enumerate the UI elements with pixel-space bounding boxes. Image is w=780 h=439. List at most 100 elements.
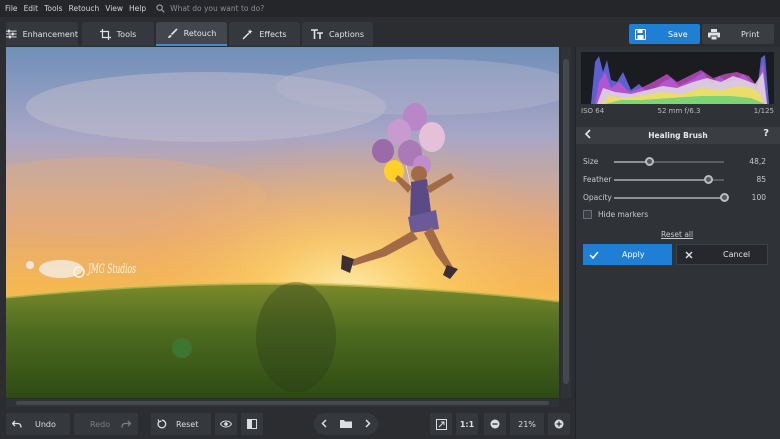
save-button[interactable]: Save bbox=[629, 24, 700, 44]
feather-slider-row: Feather 85 bbox=[583, 174, 773, 186]
menu-view[interactable]: View bbox=[105, 4, 123, 13]
photo-canvas[interactable]: JMG Studios bbox=[6, 47, 559, 398]
menu-edit[interactable]: Edit bbox=[24, 4, 39, 13]
scroll-thumb[interactable] bbox=[563, 59, 569, 384]
compare-icon bbox=[247, 419, 257, 429]
histogram-graph bbox=[591, 55, 769, 104]
opacity-slider-row: Opacity 100 bbox=[583, 192, 773, 204]
exif-iso: ISO 64 bbox=[581, 107, 605, 115]
apply-button[interactable]: Apply bbox=[583, 244, 672, 265]
canvas-horizontal-scrollbar[interactable] bbox=[6, 399, 559, 407]
size-value[interactable]: 48,2 bbox=[749, 157, 766, 166]
tab-effects[interactable]: Effects bbox=[229, 22, 300, 46]
magic-wand-icon bbox=[242, 28, 253, 40]
reset-all-link[interactable]: Reset all bbox=[661, 230, 693, 239]
help-button[interactable]: ? bbox=[763, 128, 769, 139]
printer-icon bbox=[708, 28, 720, 40]
slider-fill bbox=[614, 179, 708, 181]
chevron-left-icon bbox=[584, 129, 591, 139]
slider-handle[interactable] bbox=[720, 193, 729, 202]
opacity-slider[interactable] bbox=[614, 193, 729, 202]
bottom-bar: Undo Redo Reset 1:1 21% bbox=[0, 410, 575, 439]
undo-icon bbox=[12, 420, 22, 428]
size-slider-row: Size 48,2 bbox=[583, 156, 773, 168]
command-search[interactable]: What do you want to do? bbox=[156, 4, 264, 13]
canvas-vertical-scrollbar[interactable] bbox=[561, 47, 571, 398]
exif-shutter: 1/125 bbox=[753, 107, 774, 115]
zoom-out-icon bbox=[490, 419, 500, 429]
hide-markers-checkbox[interactable]: Hide markers bbox=[583, 210, 648, 219]
opacity-label: Opacity bbox=[583, 193, 612, 202]
slider-fill bbox=[614, 161, 650, 163]
histogram bbox=[581, 52, 774, 104]
slider-handle[interactable] bbox=[703, 175, 713, 184]
previous-image-button[interactable] bbox=[321, 418, 327, 430]
right-panel: ISO 64 52 mm f/6.3 1/125 Healing Brush ?… bbox=[575, 47, 780, 439]
folder-icon bbox=[339, 419, 352, 428]
feather-slider[interactable] bbox=[614, 175, 724, 184]
redo-label: Redo bbox=[90, 419, 111, 429]
slider-handle[interactable] bbox=[645, 157, 655, 166]
search-icon bbox=[156, 4, 165, 13]
scroll-thumb[interactable] bbox=[16, 401, 549, 405]
menu-help[interactable]: Help bbox=[129, 4, 146, 13]
tab-label: Tools bbox=[116, 29, 137, 39]
text-icon bbox=[310, 29, 323, 39]
sliders-icon bbox=[6, 29, 17, 39]
brush-icon bbox=[167, 27, 178, 38]
image-navigation bbox=[314, 413, 378, 435]
open-folder-button[interactable] bbox=[339, 419, 352, 430]
size-slider[interactable] bbox=[614, 157, 724, 166]
chevron-right-icon bbox=[365, 418, 371, 428]
search-placeholder: What do you want to do? bbox=[170, 4, 265, 13]
redo-button[interactable]: Redo bbox=[74, 413, 138, 435]
checkbox-box[interactable] bbox=[583, 210, 592, 219]
cancel-button[interactable]: Cancel bbox=[676, 244, 768, 265]
menu-bar: File Edit Tools Retouch View Help What d… bbox=[0, 0, 780, 17]
zoom-in-icon bbox=[554, 419, 564, 429]
panel-title: Healing Brush bbox=[648, 131, 708, 140]
next-image-button[interactable] bbox=[365, 418, 371, 430]
exif-lens: 52 mm f/6.3 bbox=[657, 107, 701, 115]
tab-label: Captions bbox=[328, 29, 365, 39]
feather-value[interactable]: 85 bbox=[756, 175, 766, 184]
size-label: Size bbox=[583, 157, 599, 166]
zoom-out-button[interactable] bbox=[484, 413, 506, 435]
fit-to-screen-button[interactable] bbox=[430, 413, 452, 435]
hide-markers-label: Hide markers bbox=[598, 210, 649, 219]
feather-label: Feather bbox=[583, 175, 612, 184]
tab-label: Retouch bbox=[183, 28, 217, 38]
apply-label: Apply bbox=[622, 250, 645, 259]
tab-enhancement[interactable]: Enhancement bbox=[6, 22, 78, 46]
undo-label: Undo bbox=[35, 419, 56, 429]
menu-retouch[interactable]: Retouch bbox=[69, 4, 100, 13]
tab-captions[interactable]: Captions bbox=[302, 22, 373, 46]
compare-button[interactable] bbox=[241, 413, 263, 435]
preview-button[interactable] bbox=[215, 413, 237, 435]
menu-tools[interactable]: Tools bbox=[44, 4, 62, 13]
photo: JMG Studios bbox=[6, 47, 559, 398]
menu-file[interactable]: File bbox=[5, 4, 18, 13]
undo-button[interactable]: Undo bbox=[6, 413, 70, 435]
save-label: Save bbox=[668, 29, 688, 39]
cancel-label: Cancel bbox=[723, 250, 751, 259]
reset-icon bbox=[157, 419, 167, 429]
back-button[interactable] bbox=[584, 129, 591, 141]
print-label: Print bbox=[741, 29, 760, 39]
tab-label: Enhancement bbox=[22, 29, 78, 39]
print-button[interactable]: Print bbox=[702, 24, 774, 44]
crop-icon bbox=[99, 28, 111, 40]
zoom-in-button[interactable] bbox=[548, 413, 570, 435]
chevron-left-icon bbox=[321, 418, 327, 428]
reset-button[interactable]: Reset bbox=[151, 413, 211, 435]
floppy-disk-icon bbox=[635, 28, 646, 40]
opacity-value[interactable]: 100 bbox=[752, 193, 766, 202]
tab-tools[interactable]: Tools bbox=[82, 22, 154, 46]
zoom-level[interactable]: 21% bbox=[510, 413, 544, 435]
actual-size-button[interactable]: 1:1 bbox=[456, 413, 478, 435]
close-icon bbox=[685, 251, 693, 258]
reset-label: Reset bbox=[176, 419, 199, 429]
slider-fill bbox=[614, 197, 724, 199]
tab-retouch[interactable]: Retouch bbox=[156, 22, 227, 46]
redo-icon bbox=[121, 420, 132, 428]
